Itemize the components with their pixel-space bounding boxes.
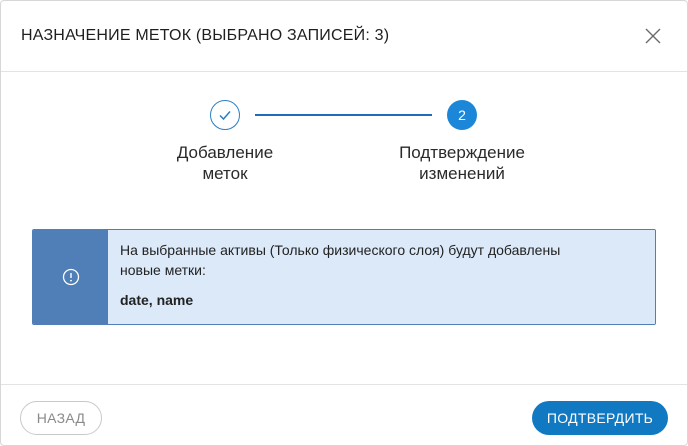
info-panel-side <box>33 230 108 324</box>
tags-list: date, name <box>120 292 194 308</box>
step-number-badge: 2 <box>447 100 477 130</box>
dialog-title: НАЗНАЧЕНИЕ МЕТОК (ВЫБРАНО ЗАПИСЕЙ: 3) <box>21 27 390 44</box>
info-icon <box>62 268 79 286</box>
step-label: Подтверждение изменений <box>399 143 525 183</box>
tags-assignment-dialog: НАЗНАЧЕНИЕ МЕТОК (ВЫБРАНО ЗАПИСЕЙ: 3) До… <box>0 0 688 446</box>
back-button[interactable]: НАЗАД <box>20 401 102 435</box>
close-icon <box>645 28 661 44</box>
confirm-button[interactable]: ПОДТВЕРДИТЬ <box>532 401 668 435</box>
step-add-tags: Добавление меток <box>165 100 285 184</box>
check-icon <box>219 111 231 121</box>
info-panel: На выбранные активы (Только физического … <box>32 229 656 325</box>
step-label: Добавление меток <box>176 143 274 183</box>
dialog-footer: НАЗАД ПОДТВЕРДИТЬ <box>1 384 687 446</box>
info-message: На выбранные активы (Только физического … <box>108 230 655 324</box>
step-completed-indicator <box>210 100 240 130</box>
close-button[interactable] <box>641 24 665 48</box>
dialog-body: Добавление меток 2 Подтверждение изменен… <box>1 72 687 383</box>
step-confirm-changes: 2 Подтверждение изменений <box>387 100 537 184</box>
dialog-header: НАЗНАЧЕНИЕ МЕТОК (ВЫБРАНО ЗАПИСЕЙ: 3) <box>1 1 687 72</box>
